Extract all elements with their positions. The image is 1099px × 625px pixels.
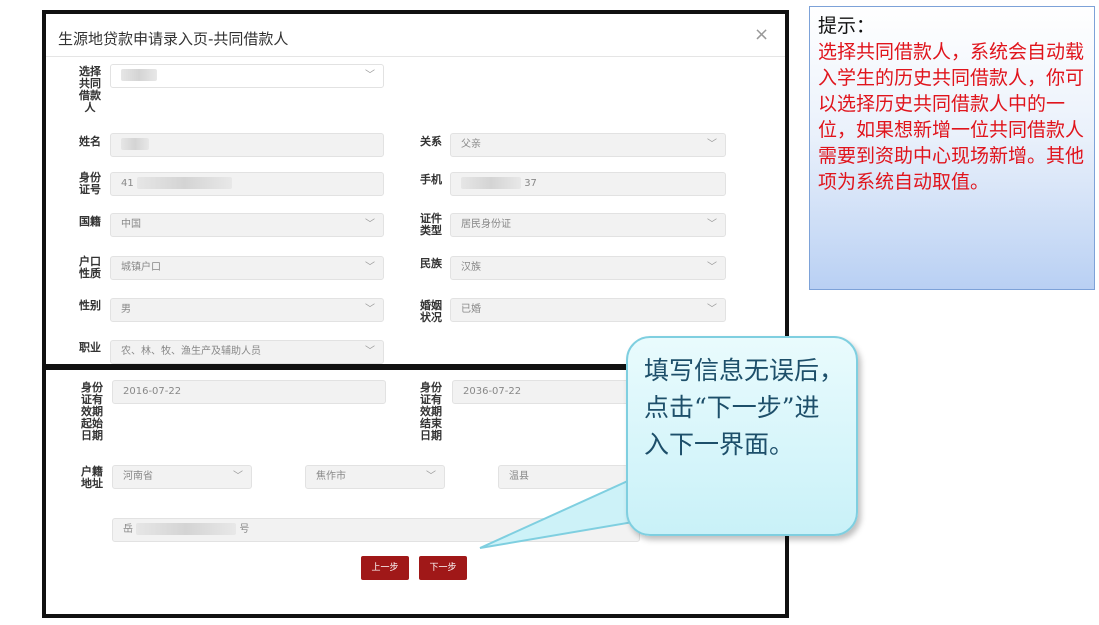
chevron-down-icon: ﹀ bbox=[365, 262, 375, 273]
title-divider bbox=[46, 56, 785, 57]
id-type-select[interactable]: 居民身份证 ﹀ bbox=[450, 213, 726, 237]
close-icon[interactable]: × bbox=[754, 24, 769, 45]
label-occupation: 职业 bbox=[79, 341, 101, 354]
occupation-select[interactable]: 农、林、牧、渔生产及辅助人员 ﹀ bbox=[110, 340, 384, 364]
id-end-date-value: 2036-07-22 bbox=[463, 386, 522, 397]
occupation-value: 农、林、牧、渔生产及辅助人员 bbox=[121, 346, 261, 357]
callout-text: 填写信息无误后，点击“下一步”进入下一界面。 bbox=[644, 356, 845, 459]
street-suffix: 号 bbox=[239, 524, 250, 535]
id-type-value: 居民身份证 bbox=[461, 219, 511, 230]
nationality-value: 中国 bbox=[121, 219, 141, 230]
gender-select[interactable]: 男 ﹀ bbox=[110, 298, 384, 322]
city-value: 焦作市 bbox=[316, 471, 346, 482]
label-id-end-date: 身份 证有 效期 结束 日期 bbox=[420, 381, 442, 442]
next-step-button[interactable]: 下一步 bbox=[419, 556, 467, 580]
label-id-number: 身份 证号 bbox=[79, 171, 101, 196]
tip-heading: 提示： bbox=[818, 15, 876, 37]
chevron-down-icon: ﹀ bbox=[707, 304, 717, 315]
ethnicity-select[interactable]: 汉族 ﹀ bbox=[450, 256, 726, 280]
nationality-select[interactable]: 中国 ﹀ bbox=[110, 213, 384, 237]
id-number-field[interactable]: 41 bbox=[110, 172, 384, 196]
prev-step-button[interactable]: 上一步 bbox=[361, 556, 409, 580]
id-number-prefix: 41 bbox=[121, 178, 134, 189]
household-value: 城镇户口 bbox=[121, 262, 161, 273]
chevron-down-icon: ﹀ bbox=[707, 219, 717, 230]
masked-value bbox=[136, 177, 232, 189]
chevron-down-icon: ﹀ bbox=[365, 219, 375, 230]
label-name: 姓名 bbox=[79, 135, 101, 148]
phone-suffix: 37 bbox=[524, 178, 537, 189]
label-household-type: 户口 性质 bbox=[79, 255, 101, 280]
label-relation: 关系 bbox=[420, 135, 442, 148]
chevron-down-icon: ﹀ bbox=[707, 139, 717, 150]
id-start-date-value: 2016-07-22 bbox=[123, 386, 182, 397]
relation-value: 父亲 bbox=[461, 139, 481, 150]
dialog-title: 生源地贷款申请录入页-共同借款人 bbox=[58, 30, 289, 48]
ethnicity-value: 汉族 bbox=[461, 262, 481, 273]
masked-value bbox=[136, 523, 237, 535]
id-end-date-field[interactable]: 2036-07-22 bbox=[452, 380, 632, 404]
name-field[interactable] bbox=[110, 133, 384, 157]
chevron-down-icon: ﹀ bbox=[707, 262, 717, 273]
province-select[interactable]: 河南省 ﹀ bbox=[112, 465, 252, 489]
masked-value bbox=[121, 69, 157, 81]
label-select-co-borrower: 选择 共同 借款人 bbox=[79, 65, 101, 114]
chevron-down-icon: ﹀ bbox=[233, 471, 243, 482]
marital-value: 已婚 bbox=[461, 304, 481, 315]
label-registered-address: 户籍 地址 bbox=[81, 465, 103, 490]
province-value: 河南省 bbox=[123, 471, 153, 482]
label-gender: 性别 bbox=[79, 299, 101, 312]
label-marital-status: 婚姻 状况 bbox=[420, 299, 442, 324]
chevron-down-icon: ﹀ bbox=[365, 346, 375, 357]
co-borrower-select[interactable]: ﹀ bbox=[110, 64, 384, 88]
tip-body: 选择共同借款人，系统会自动载入学生的历史共同借款人，你可以选择历史共同借款人中的… bbox=[818, 41, 1085, 193]
label-id-start-date: 身份 证有 效期 起始 日期 bbox=[81, 381, 103, 442]
label-id-type: 证件 类型 bbox=[420, 212, 442, 237]
chevron-down-icon: ﹀ bbox=[426, 471, 436, 482]
city-select[interactable]: 焦作市 ﹀ bbox=[305, 465, 445, 489]
label-phone: 手机 bbox=[420, 173, 442, 186]
chevron-down-icon: ﹀ bbox=[365, 70, 375, 81]
household-select[interactable]: 城镇户口 ﹀ bbox=[110, 256, 384, 280]
id-start-date-field[interactable]: 2016-07-22 bbox=[112, 380, 386, 404]
label-nationality: 国籍 bbox=[79, 215, 101, 228]
relation-select[interactable]: 父亲 ﹀ bbox=[450, 133, 726, 157]
masked-value bbox=[461, 177, 521, 189]
street-prefix: 岳 bbox=[123, 524, 133, 535]
label-ethnicity: 民族 bbox=[420, 257, 442, 270]
phone-field[interactable]: 37 bbox=[450, 172, 726, 196]
tip-box: 提示： 选择共同借款人，系统会自动载入学生的历史共同借款人，你可以选择历史共同借… bbox=[809, 6, 1095, 290]
marital-select[interactable]: 已婚 ﹀ bbox=[450, 298, 726, 322]
masked-value bbox=[121, 138, 149, 150]
chevron-down-icon: ﹀ bbox=[365, 304, 375, 315]
gender-value: 男 bbox=[121, 304, 131, 315]
